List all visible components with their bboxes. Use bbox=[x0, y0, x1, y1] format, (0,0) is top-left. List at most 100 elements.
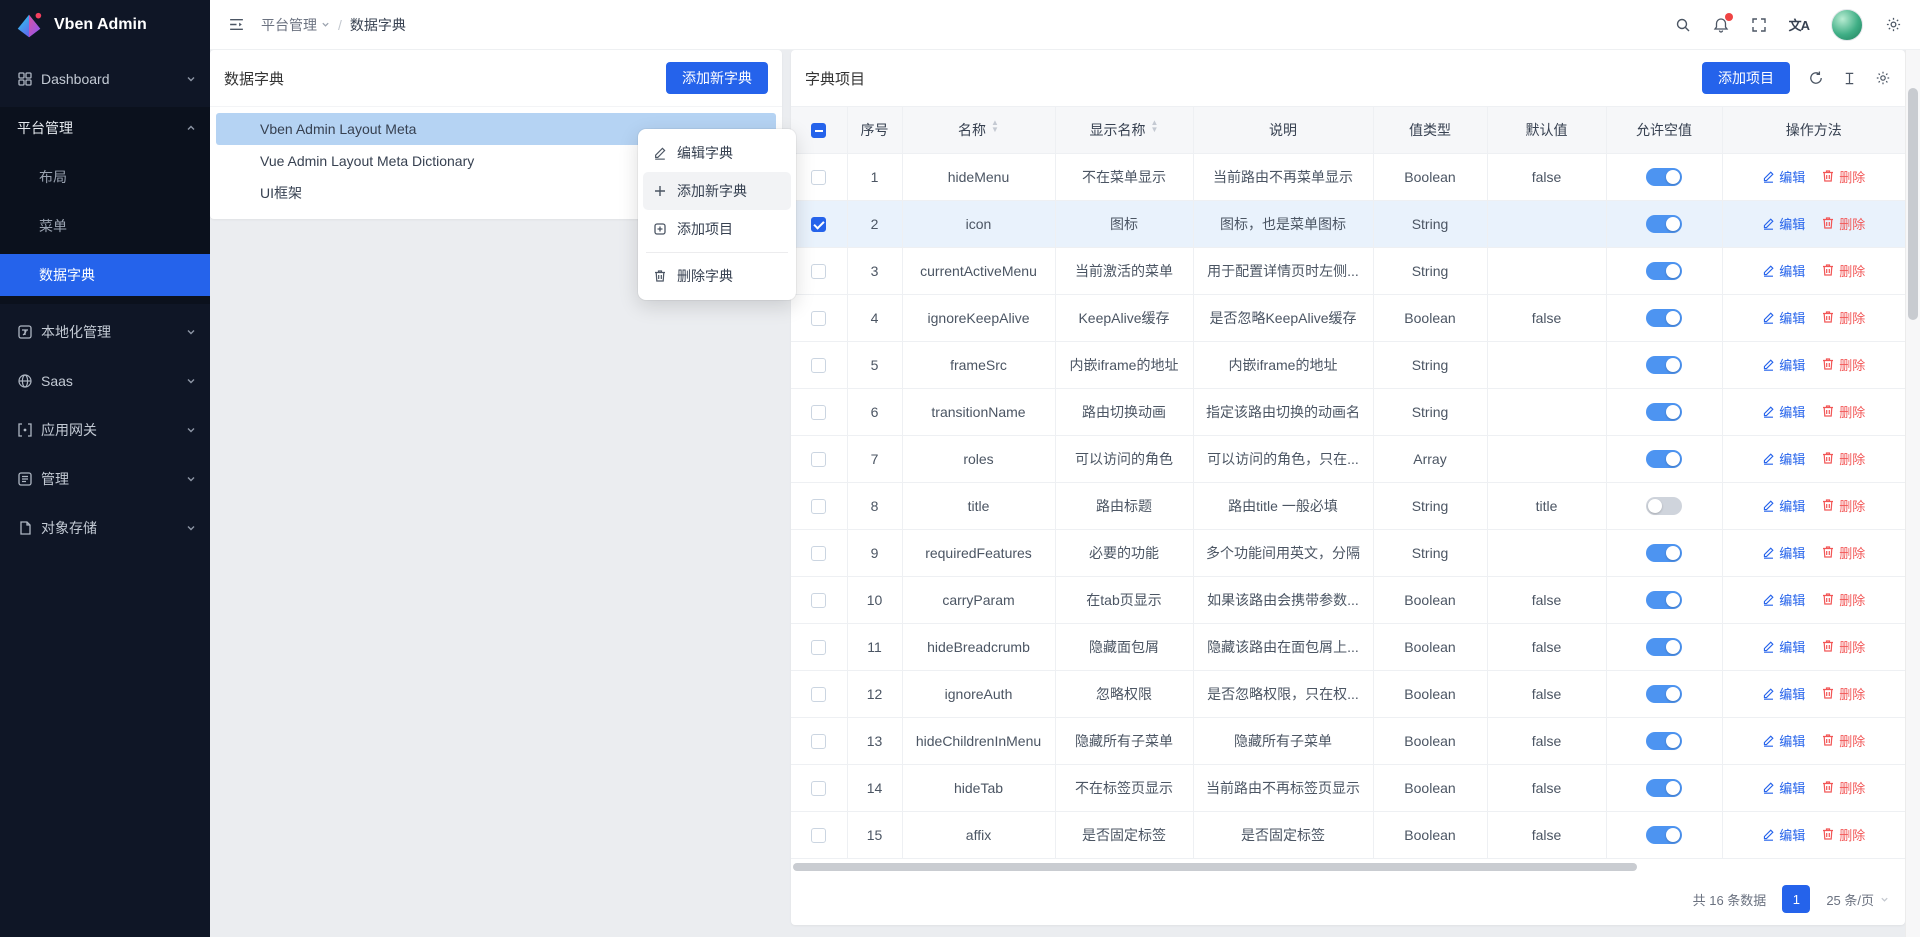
allow-null-toggle[interactable] bbox=[1646, 356, 1682, 374]
row-checkbox[interactable] bbox=[811, 734, 826, 749]
delete-row-button[interactable]: 删除 bbox=[1821, 449, 1865, 468]
sidebar-item[interactable]: Dashboard bbox=[0, 58, 210, 100]
sort-icon[interactable]: ▲▼ bbox=[991, 123, 999, 137]
column-header[interactable]: 显示名称▲▼ bbox=[1055, 107, 1193, 153]
edit-row-button[interactable]: 编辑 bbox=[1762, 308, 1805, 327]
row-checkbox[interactable] bbox=[811, 593, 826, 608]
edit-row-button[interactable]: 编辑 bbox=[1762, 214, 1805, 233]
breadcrumb-level1[interactable]: 平台管理 bbox=[261, 15, 330, 35]
allow-null-toggle[interactable] bbox=[1646, 403, 1682, 421]
edit-row-button[interactable]: 编辑 bbox=[1762, 637, 1805, 656]
edit-row-button[interactable]: 编辑 bbox=[1762, 778, 1805, 797]
column-height-icon[interactable] bbox=[1842, 71, 1857, 86]
delete-row-button[interactable]: 删除 bbox=[1821, 261, 1865, 280]
notification-bell-icon[interactable] bbox=[1713, 17, 1729, 33]
translate-icon[interactable]: 文A bbox=[1789, 15, 1809, 34]
user-avatar[interactable] bbox=[1831, 9, 1863, 41]
sidebar-item[interactable]: 管理 bbox=[0, 458, 210, 500]
app-logo[interactable]: Vben Admin bbox=[0, 0, 210, 50]
delete-row-button[interactable]: 删除 bbox=[1821, 543, 1865, 562]
row-checkbox[interactable] bbox=[811, 452, 826, 467]
edit-row-button[interactable]: 编辑 bbox=[1762, 496, 1805, 515]
sidebar-item[interactable]: 平台管理 bbox=[0, 107, 210, 149]
context-menu-item[interactable]: 编辑字典 bbox=[643, 134, 791, 172]
sidebar-subitem[interactable]: 数据字典 bbox=[0, 254, 210, 296]
delete-row-button[interactable]: 删除 bbox=[1821, 214, 1865, 233]
delete-row-button[interactable]: 删除 bbox=[1821, 731, 1865, 750]
row-checkbox[interactable] bbox=[811, 828, 826, 843]
allow-null-toggle[interactable] bbox=[1646, 685, 1682, 703]
sidebar-item[interactable]: 应用网关 bbox=[0, 409, 210, 451]
delete-row-button[interactable]: 删除 bbox=[1821, 637, 1865, 656]
horizontal-scrollbar-thumb[interactable] bbox=[793, 863, 1637, 871]
select-all-checkbox[interactable] bbox=[811, 123, 826, 138]
column-header[interactable]: 名称▲▼ bbox=[902, 107, 1055, 153]
allow-null-toggle[interactable] bbox=[1646, 826, 1682, 844]
search-icon[interactable] bbox=[1675, 17, 1691, 33]
delete-row-button[interactable]: 删除 bbox=[1821, 402, 1865, 421]
sidebar-item[interactable]: Saas bbox=[0, 360, 210, 402]
row-checkbox[interactable] bbox=[811, 687, 826, 702]
vertical-scrollbar[interactable] bbox=[1905, 50, 1920, 937]
sidebar-subitem[interactable]: 菜单 bbox=[0, 205, 210, 247]
row-checkbox[interactable] bbox=[811, 217, 826, 232]
context-menu-item[interactable]: 删除字典 bbox=[643, 257, 791, 295]
row-checkbox[interactable] bbox=[811, 264, 826, 279]
sidebar-subitem[interactable]: 布局 bbox=[0, 156, 210, 198]
edit-row-button[interactable]: 编辑 bbox=[1762, 684, 1805, 703]
edit-row-button[interactable]: 编辑 bbox=[1762, 543, 1805, 562]
delete-row-button[interactable]: 删除 bbox=[1821, 355, 1865, 374]
row-checkbox[interactable] bbox=[811, 640, 826, 655]
allow-null-toggle[interactable] bbox=[1646, 309, 1682, 327]
allow-null-toggle[interactable] bbox=[1646, 168, 1682, 186]
row-checkbox[interactable] bbox=[811, 170, 826, 185]
table-settings-gear-icon[interactable] bbox=[1875, 70, 1891, 86]
edit-row-button[interactable]: 编辑 bbox=[1762, 261, 1805, 280]
sidebar-item[interactable]: 对象存储 bbox=[0, 507, 210, 549]
delete-row-button[interactable]: 删除 bbox=[1821, 684, 1865, 703]
delete-row-button[interactable]: 删除 bbox=[1821, 308, 1865, 327]
allow-null-toggle[interactable] bbox=[1646, 544, 1682, 562]
row-select-cell bbox=[791, 294, 847, 341]
allow-null-toggle[interactable] bbox=[1646, 732, 1682, 750]
allow-null-toggle[interactable] bbox=[1646, 779, 1682, 797]
allow-null-toggle[interactable] bbox=[1646, 450, 1682, 468]
add-dict-button[interactable]: 添加新字典 bbox=[666, 62, 768, 94]
allow-null-toggle[interactable] bbox=[1646, 262, 1682, 280]
row-checkbox[interactable] bbox=[811, 311, 826, 326]
page-1-button[interactable]: 1 bbox=[1782, 885, 1810, 913]
row-checkbox[interactable] bbox=[811, 546, 826, 561]
delete-row-button[interactable]: 删除 bbox=[1821, 778, 1865, 797]
vertical-scrollbar-thumb[interactable] bbox=[1908, 88, 1918, 320]
allow-null-toggle[interactable] bbox=[1646, 497, 1682, 515]
delete-row-button[interactable]: 删除 bbox=[1821, 590, 1865, 609]
context-menu-item[interactable]: 添加新字典 bbox=[643, 172, 791, 210]
add-item-button[interactable]: 添加项目 bbox=[1702, 62, 1790, 94]
edit-row-button[interactable]: 编辑 bbox=[1762, 355, 1805, 374]
horizontal-scrollbar[interactable] bbox=[791, 861, 1905, 873]
delete-row-button[interactable]: 删除 bbox=[1821, 496, 1865, 515]
row-checkbox[interactable] bbox=[811, 405, 826, 420]
edit-row-button[interactable]: 编辑 bbox=[1762, 731, 1805, 750]
fullscreen-icon[interactable] bbox=[1751, 17, 1767, 33]
context-menu-item[interactable]: 添加项目 bbox=[643, 210, 791, 248]
row-checkbox[interactable] bbox=[811, 358, 826, 373]
edit-row-button[interactable]: 编辑 bbox=[1762, 402, 1805, 421]
allow-null-toggle[interactable] bbox=[1646, 638, 1682, 656]
refresh-icon[interactable] bbox=[1808, 70, 1824, 86]
row-checkbox[interactable] bbox=[811, 499, 826, 514]
edit-row-button[interactable]: 编辑 bbox=[1762, 167, 1805, 186]
sidebar-fold-icon[interactable] bbox=[228, 16, 245, 33]
edit-row-button[interactable]: 编辑 bbox=[1762, 825, 1805, 844]
sidebar-item[interactable]: 本地化管理 bbox=[0, 311, 210, 353]
allow-null-toggle[interactable] bbox=[1646, 591, 1682, 609]
delete-row-button[interactable]: 删除 bbox=[1821, 167, 1865, 186]
settings-gear-icon[interactable] bbox=[1885, 16, 1902, 33]
sort-icon[interactable]: ▲▼ bbox=[1151, 123, 1159, 137]
edit-row-button[interactable]: 编辑 bbox=[1762, 590, 1805, 609]
row-checkbox[interactable] bbox=[811, 781, 826, 796]
delete-row-button[interactable]: 删除 bbox=[1821, 825, 1865, 844]
edit-row-button[interactable]: 编辑 bbox=[1762, 449, 1805, 468]
page-size-select[interactable]: 25 条/页 bbox=[1826, 890, 1889, 909]
allow-null-toggle[interactable] bbox=[1646, 215, 1682, 233]
